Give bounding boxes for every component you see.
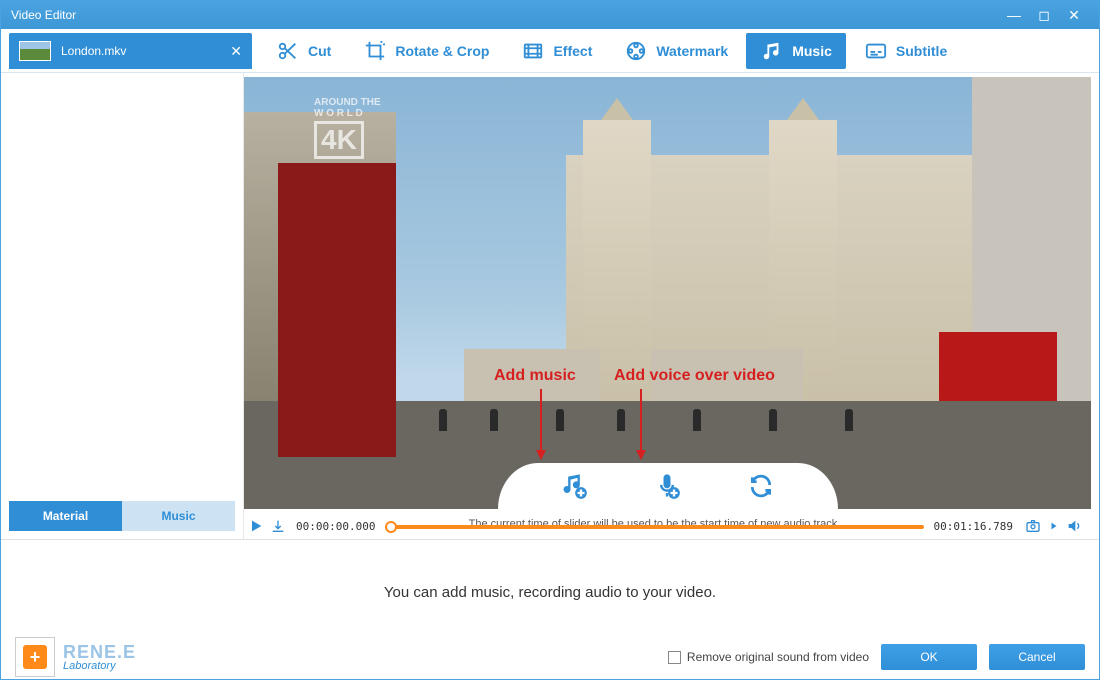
annotation-add-music: Add music [494, 367, 576, 385]
slider-thumb[interactable] [385, 521, 397, 533]
add-voiceover-button[interactable] [652, 471, 682, 501]
ok-button[interactable]: OK [881, 644, 977, 670]
film-icon [521, 39, 545, 63]
music-plus-icon [560, 472, 588, 500]
tool-rotate-crop[interactable]: Rotate & Crop [349, 33, 503, 69]
tool-subtitle[interactable]: Subtitle [850, 33, 961, 69]
tool-music-label: Music [792, 43, 832, 59]
footer-message: You can add music, recording audio to yo… [1, 540, 1099, 635]
brand-logo: + RENE.E Laboratory [15, 637, 136, 677]
file-thumbnail [19, 41, 51, 61]
time-end: 00:01:16.789 [934, 520, 1013, 533]
video-watermark: AROUND THE W O R L D 4K [314, 97, 381, 159]
file-name: London.mkv [61, 44, 230, 58]
brand-subtitle: Laboratory [63, 661, 136, 672]
reel-icon [624, 39, 648, 63]
sidebar-tab-material-label: Material [43, 509, 88, 523]
tool-effect[interactable]: Effect [507, 33, 606, 69]
play-button[interactable] [248, 518, 264, 534]
refresh-audio-button[interactable] [746, 471, 776, 501]
sidebar-tab-music-label: Music [161, 509, 195, 523]
tool-watermark[interactable]: Watermark [610, 33, 742, 69]
cancel-button[interactable]: Cancel [989, 644, 1085, 670]
footer-bottom: + RENE.E Laboratory Remove original soun… [1, 635, 1099, 679]
scissors-icon [276, 39, 300, 63]
volume-button[interactable] [1065, 518, 1083, 534]
sidebar: Material Music [1, 73, 244, 539]
preview-area: AROUND THE W O R L D 4K Add music Add vo… [244, 73, 1099, 539]
playback-controls [248, 518, 286, 534]
tool-rotate-label: Rotate & Crop [395, 43, 489, 59]
add-music-button[interactable] [559, 471, 589, 501]
toolbar-row: London.mkv ✕ Cut Rotate & Crop Effect Wa… [1, 29, 1099, 73]
tool-music[interactable]: Music [746, 33, 846, 69]
watermark-line2: W O R L D [314, 108, 381, 119]
footer: You can add music, recording audio to yo… [1, 539, 1099, 679]
tool-cut[interactable]: Cut [262, 33, 345, 69]
music-note-icon [760, 39, 784, 63]
remove-sound-label: Remove original sound from video [687, 650, 869, 664]
file-tab-close-icon[interactable]: ✕ [230, 43, 242, 60]
snapshot-button[interactable] [1023, 518, 1043, 534]
audio-toolbar [498, 463, 838, 509]
arrow-icon [640, 389, 642, 459]
sidebar-body [1, 73, 243, 501]
close-button[interactable]: ✕ [1059, 7, 1089, 24]
minimize-button[interactable]: — [999, 7, 1029, 23]
video-preview[interactable]: AROUND THE W O R L D 4K Add music Add vo… [244, 77, 1091, 509]
timeline: 00:00:00.000 The current time of slider … [244, 509, 1091, 539]
watermark-line1: AROUND THE [314, 97, 381, 108]
crop-icon [363, 39, 387, 63]
brand-name: RENE.E [63, 643, 136, 661]
sidebar-tab-material[interactable]: Material [9, 501, 122, 531]
sidebar-tab-music[interactable]: Music [122, 501, 235, 531]
maximize-button[interactable]: ◻ [1029, 7, 1059, 24]
watermark-4k: 4K [314, 121, 364, 159]
sidebar-tabs: Material Music [9, 501, 235, 531]
expand-button[interactable] [1049, 518, 1059, 534]
window-title: Video Editor [11, 8, 999, 22]
logo-icon: + [15, 637, 55, 677]
mic-plus-icon [653, 472, 681, 500]
export-frame-button[interactable] [270, 518, 286, 534]
annotation-add-voice: Add voice over video [614, 367, 775, 385]
remove-sound-checkbox[interactable]: Remove original sound from video [668, 650, 869, 664]
tools: Cut Rotate & Crop Effect Watermark Music… [252, 29, 1099, 72]
tool-watermark-label: Watermark [656, 43, 728, 59]
refresh-icon [748, 473, 774, 499]
subtitle-icon [864, 39, 888, 63]
preview-options [1023, 518, 1083, 534]
time-slider[interactable]: The current time of slider will be used … [385, 520, 923, 532]
arrow-icon [540, 389, 542, 459]
tool-subtitle-label: Subtitle [896, 43, 947, 59]
tool-cut-label: Cut [308, 43, 331, 59]
checkbox-icon [668, 651, 681, 664]
tool-effect-label: Effect [553, 43, 592, 59]
titlebar: Video Editor — ◻ ✕ [1, 1, 1099, 29]
main: Material Music AROUND THE W O R L D 4K A… [1, 73, 1099, 539]
time-start: 00:00:00.000 [296, 520, 375, 533]
file-tab[interactable]: London.mkv ✕ [9, 33, 252, 69]
